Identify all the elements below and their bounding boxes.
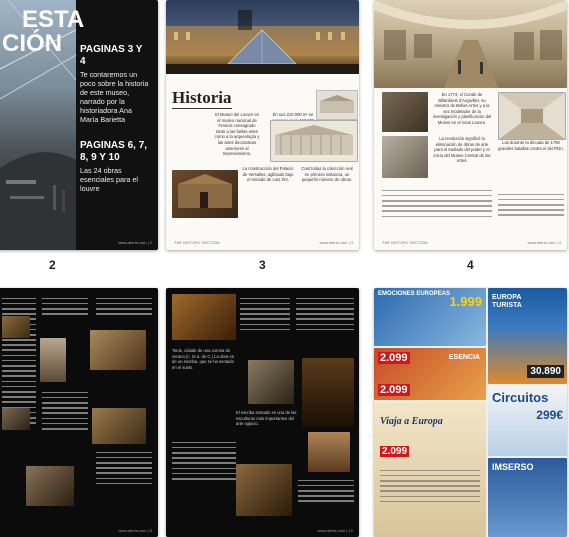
ad-price: 1.999 xyxy=(449,294,482,309)
painting-photo-1 xyxy=(172,294,236,340)
column-2-text-p4: La revolución significó la eliminación d… xyxy=(433,136,491,164)
louvre-drawing-photo xyxy=(316,90,358,120)
ad-title: Circuitos xyxy=(492,390,549,405)
page-footer-left: THE HISTORY SECTION xyxy=(382,240,428,245)
pages-6-10-description: Las 24 obras esenciales para el louvre xyxy=(80,166,138,193)
text-column-mid-2 xyxy=(42,388,88,458)
artwork-thumb-1 xyxy=(2,316,30,338)
louvre-palace-drawing xyxy=(270,120,358,162)
pages-3-4-heading: PAGINAS 3 Y 4 xyxy=(80,44,143,67)
tall-painting-photo xyxy=(302,358,354,428)
louvre-old-photo xyxy=(172,170,238,218)
ad-title: Viaja a Europa xyxy=(380,416,443,427)
text-col-1: Tanis, cidade de una corona de verano (c… xyxy=(172,348,234,370)
magazine-page-7[interactable]: EMOCIONES EUROPEAS 1.999 EUROPA TURISTA … xyxy=(374,288,567,537)
ad-title: IMSERSO xyxy=(492,462,534,472)
ad-price-2: 2.099 xyxy=(378,384,410,396)
louvre-pyramid-photo xyxy=(166,0,359,74)
page-footer: www.alerts.com | 2 xyxy=(118,240,153,245)
pages-3-4-description: Te contaremos un poco sobre la historia … xyxy=(80,70,149,124)
section-title: Historia xyxy=(172,88,232,107)
text-col-c xyxy=(172,438,236,508)
small-sculpture-photo xyxy=(382,92,428,132)
page-number-3: 3 xyxy=(259,258,266,272)
sculpture-photo xyxy=(248,360,294,404)
gallery-hall-photo xyxy=(374,0,567,88)
magazine-page-2[interactable]: ESTA CIÓN PAGINAS 3 Y 4 Te contaremos un… xyxy=(0,0,158,250)
column-3-text: La construcción del Palacio de Versalles… xyxy=(242,166,294,183)
ad-price: 299€ xyxy=(536,408,563,422)
magazine-page-5[interactable]: www.alerts.com | 5 xyxy=(0,288,158,537)
text-column-mid xyxy=(42,294,88,328)
ad-fine-print xyxy=(380,466,480,526)
ad-europa-turista[interactable]: EUROPA TURISTA 30.890 xyxy=(488,288,567,384)
column-3-text-p4: Las durante la década de 1790 grandes ba… xyxy=(498,140,564,151)
page-footer-right: www.alerts.com | 3 xyxy=(319,240,354,245)
ad-price: 2.099 xyxy=(380,446,410,457)
artwork-thumb-2 xyxy=(90,330,146,370)
overlay-title: ESTA CIÓN xyxy=(2,8,84,56)
column-4-text: Cast todas la colección real en primera … xyxy=(301,166,353,183)
column-1-text: En 1774, el Conde de Billardierie d'Angi… xyxy=(432,92,492,125)
ad-emociones-europeas[interactable]: EMOCIONES EUROPEAS 1.999 xyxy=(374,288,486,346)
text-col-b xyxy=(296,294,354,354)
winged-victory-photo xyxy=(40,338,66,382)
intro-column: El Museo del Louvre es el museo nacional… xyxy=(214,112,260,157)
ad-circuitos[interactable]: Circuitos 299€ xyxy=(488,386,567,456)
corridor-sketch xyxy=(498,92,566,140)
portrait-photo xyxy=(236,464,292,516)
pages-6-10-heading: PAGINAS 6, 7, 8, 9 Y 10 xyxy=(80,140,148,163)
page-footer: www.alerts.com | 10 xyxy=(317,528,353,533)
ad-esencia[interactable]: 2.099 ESENCIA 2.099 xyxy=(374,348,486,400)
ad-title: EUROPA TURISTA xyxy=(492,294,522,309)
ad-label: ESENCIA xyxy=(448,354,480,361)
scribe-statue-photo xyxy=(308,432,350,472)
painting-old-photo xyxy=(382,136,428,178)
page-footer-right: www.alerts.com | 4 xyxy=(527,240,562,245)
lower-text-block-right xyxy=(498,190,564,226)
overlay-title-line-2: CIÓN xyxy=(2,30,62,57)
page-number-4: 4 xyxy=(467,258,474,272)
text-col-2: El escriba sentado es una de las escultu… xyxy=(236,410,297,427)
magazine-page-3[interactable]: Historia El Museo del Louvre es el museo… xyxy=(166,0,359,250)
artwork-thumb-5 xyxy=(26,466,74,506)
overlay-title-line-1: ESTA xyxy=(22,6,85,33)
ad-viaja-europa[interactable]: Viaja a Europa 2.099 xyxy=(374,402,486,537)
text-column-right-2 xyxy=(96,448,152,508)
text-col-d xyxy=(298,476,354,516)
artwork-thumb-4 xyxy=(92,408,146,444)
title-rule xyxy=(172,108,232,109)
text-col-a xyxy=(240,294,290,354)
ad-price: 2.099 xyxy=(378,352,410,364)
text-column-right xyxy=(96,294,152,328)
magazine-page-4[interactable]: En 1774, el Conde de Billardierie d'Angi… xyxy=(374,0,567,250)
artwork-thumb-3 xyxy=(2,408,30,430)
page-footer: www.alerts.com | 5 xyxy=(118,528,153,533)
ad-title: EMOCIONES EUROPEAS xyxy=(378,291,451,297)
page-number-2: 2 xyxy=(49,258,56,272)
page-footer-left: THE HISTORY SECTION xyxy=(174,240,220,245)
ad-price: 30.890 xyxy=(527,365,564,378)
louvre-interior-photo: ESTA CIÓN xyxy=(0,0,84,250)
magazine-page-6[interactable]: Tanis, cidade de una corona de verano (c… xyxy=(166,288,359,537)
ad-imserso[interactable]: IMSERSO xyxy=(488,458,567,537)
lower-text-block xyxy=(382,186,492,226)
